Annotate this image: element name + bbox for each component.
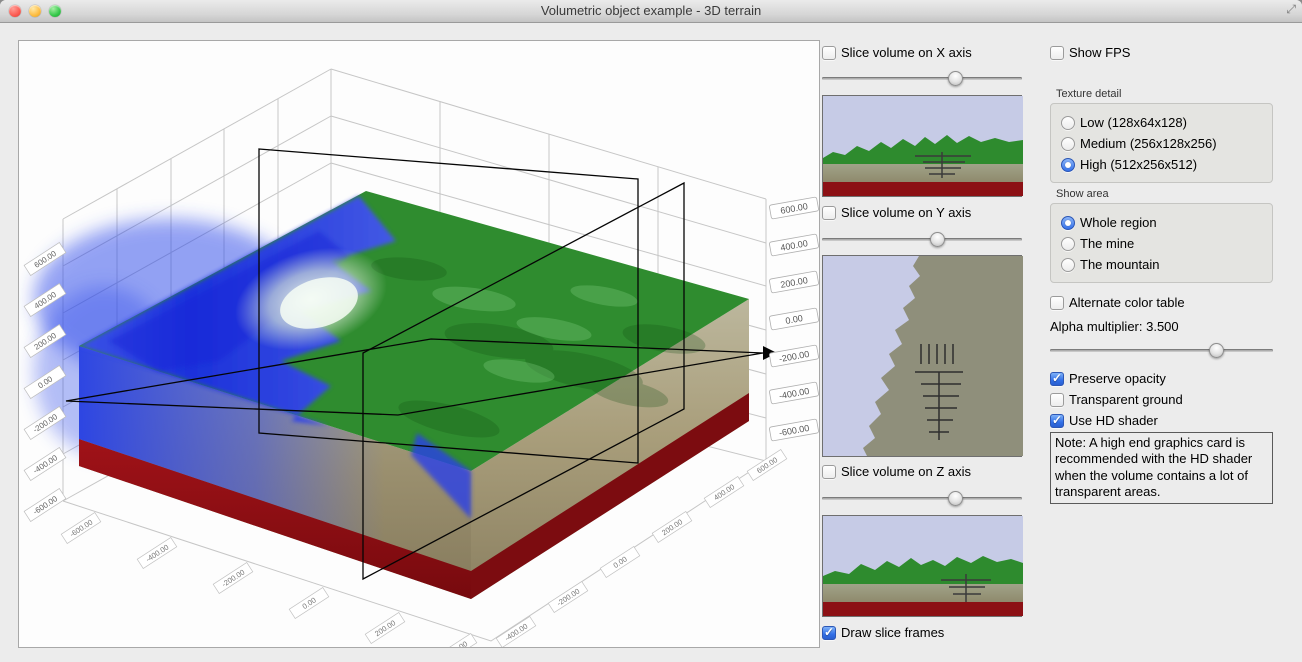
radio-texture-high-row[interactable]: High (512x256x512) [1061,157,1262,173]
app-window: Volumetric object example - 3D terrain ⤢ [0,0,1302,662]
slice-x-label: Slice volume on X axis [841,45,972,61]
transparent-ground-row[interactable]: Transparent ground [1050,392,1273,408]
slice-y-checkbox-row[interactable]: Slice volume on Y axis [822,205,1022,221]
slider-thumb[interactable] [948,71,963,86]
hd-shader-note: Note: A high end graphics card is recomm… [1050,432,1273,504]
radio-texture-medium-label: Medium (256x128x256) [1080,136,1217,152]
terrain-volume [34,191,749,599]
radio-area-mountain-row[interactable]: The mountain [1061,257,1262,273]
preserve-opacity-row[interactable]: Preserve opacity [1050,371,1273,387]
alpha-multiplier-label: Alpha multiplier: 3.500 [1050,319,1179,335]
radio-area-whole-row[interactable]: Whole region [1061,215,1262,231]
use-hd-shader-checkbox[interactable] [1050,414,1064,428]
preserve-opacity-label: Preserve opacity [1069,371,1166,387]
draw-slice-frames-row[interactable]: Draw slice frames [822,625,1022,641]
slider-thumb[interactable] [930,232,945,247]
window-content: 600.00 400.00 200.00 0.00 -200.00 -400.0… [0,23,1302,662]
radio-texture-low-row[interactable]: Low (128x64x128) [1061,115,1262,131]
slider-track[interactable] [822,238,1022,241]
radio-texture-medium-row[interactable]: Medium (256x128x256) [1061,136,1262,152]
radio-texture-medium[interactable] [1061,137,1075,151]
use-hd-shader-row[interactable]: Use HD shader [1050,413,1273,429]
slider-track[interactable] [822,497,1022,500]
texture-detail-group: Low (128x64x128) Medium (256x128x256) Hi… [1050,103,1273,183]
radio-area-mine-row[interactable]: The mine [1061,236,1262,252]
texture-detail-title: Texture detail [1056,88,1273,101]
preserve-opacity-checkbox[interactable] [1050,372,1064,386]
slice-y-slider[interactable] [822,232,1022,247]
radio-area-mine-label: The mine [1080,236,1134,252]
radio-area-mountain[interactable] [1061,258,1075,272]
slice-x-checkbox-row[interactable]: Slice volume on X axis [822,45,1022,61]
minimize-button[interactable] [29,5,41,17]
slider-thumb[interactable] [1209,343,1224,358]
traffic-lights [9,5,61,17]
slice-z-label: Slice volume on Z axis [841,464,971,480]
draw-slice-frames-checkbox[interactable] [822,626,836,640]
zoom-button[interactable] [49,5,61,17]
transparent-ground-label: Transparent ground [1069,392,1183,408]
radio-area-mine[interactable] [1061,237,1075,251]
show-fps-checkbox[interactable] [1050,46,1064,60]
radio-area-whole-label: Whole region [1080,215,1157,231]
show-fps-label: Show FPS [1069,45,1130,61]
slice-z-checkbox-row[interactable]: Slice volume on Z axis [822,464,1022,480]
draw-slice-frames-label: Draw slice frames [841,625,944,641]
resize-icon[interactable]: ⤢ [1286,2,1296,17]
window-title: Volumetric object example - 3D terrain [0,0,1302,22]
slice-y-label: Slice volume on Y axis [841,205,971,221]
alternate-color-label: Alternate color table [1069,295,1185,311]
show-area-title: Show area [1056,188,1273,201]
show-fps-row[interactable]: Show FPS [1050,45,1273,61]
radio-texture-high-label: High (512x256x512) [1080,157,1197,173]
alpha-multiplier-label-row: Alpha multiplier: 3.500 [1050,319,1273,335]
radio-texture-low-label: Low (128x64x128) [1080,115,1187,131]
alternate-color-checkbox[interactable] [1050,296,1064,310]
slice-controls-column: Slice volume on X axis [822,40,1022,641]
radio-area-whole[interactable] [1061,216,1075,230]
radio-texture-low[interactable] [1061,116,1075,130]
terrain-3d-view[interactable]: 600.00 400.00 200.00 0.00 -200.00 -400.0… [18,40,820,648]
x-slice-preview [822,95,1022,197]
radio-texture-high[interactable] [1061,158,1075,172]
use-hd-shader-label: Use HD shader [1069,413,1158,429]
slice-z-slider[interactable] [822,491,1022,506]
z-axis-tick-labels-right: 600.00 400.00 200.00 0.00 -200.00 -400.0… [769,197,819,441]
slider-track[interactable] [822,77,1022,80]
transparent-ground-checkbox[interactable] [1050,393,1064,407]
alpha-multiplier-slider[interactable] [1050,343,1273,358]
slider-thumb[interactable] [948,491,963,506]
terrain-3d-scene: 600.00 400.00 200.00 0.00 -200.00 -400.0… [19,41,819,647]
radio-area-mountain-label: The mountain [1080,257,1160,273]
show-area-group: Whole region The mine The mountain [1050,203,1273,283]
close-button[interactable] [9,5,21,17]
slice-x-slider[interactable] [822,71,1022,86]
slice-z-checkbox[interactable] [822,465,836,479]
z-slice-preview [822,515,1022,617]
render-options-column: Show FPS Texture detail Low (128x64x128)… [1050,40,1273,504]
titlebar[interactable]: Volumetric object example - 3D terrain ⤢ [0,0,1302,23]
slice-y-checkbox[interactable] [822,206,836,220]
slider-track[interactable] [1050,349,1273,352]
y-slice-preview [822,255,1022,457]
slice-x-checkbox[interactable] [822,46,836,60]
alternate-color-row[interactable]: Alternate color table [1050,295,1273,311]
